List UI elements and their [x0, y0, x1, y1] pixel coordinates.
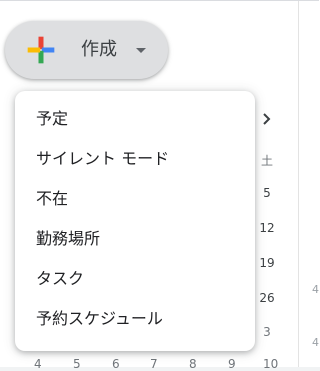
menu-item-do-not-disturb[interactable]: サイレント モード [15, 139, 255, 179]
create-menu: 予定 サイレント モード 不在 勤務場所 タスク 予約スケジュール [15, 91, 255, 351]
calendar-date-next-month[interactable]: 4 [34, 357, 42, 371]
calendar-date-next-month[interactable]: 7 [150, 357, 158, 371]
chevron-right-icon[interactable] [260, 112, 274, 126]
grid-edge-mark: 4 [312, 283, 319, 296]
calendar-date-next-month[interactable]: 10 [263, 357, 278, 371]
create-button-label: 作成 [81, 39, 117, 60]
calendar-date-next-month[interactable]: 6 [112, 357, 120, 371]
colorful-plus-icon [27, 36, 55, 64]
grid-edge-mark: 4 [312, 336, 319, 349]
calendar-date-next-month[interactable]: 8 [189, 357, 197, 371]
menu-item-task[interactable]: タスク [15, 259, 255, 299]
calendar-date-next-month[interactable]: 9 [228, 357, 236, 371]
calendar-grid-edge [298, 0, 320, 367]
calendar-date[interactable]: 26 [257, 291, 277, 305]
calendar-date[interactable]: 5 [257, 186, 277, 200]
calendar-date[interactable]: 12 [257, 221, 277, 235]
menu-item-out-of-office[interactable]: 不在 [15, 179, 255, 219]
menu-item-event[interactable]: 予定 [15, 99, 255, 139]
calendar-date-next-month[interactable]: 3 [257, 325, 277, 339]
menu-item-appointment-schedule[interactable]: 予約スケジュール [15, 299, 255, 339]
create-button[interactable]: 作成 [5, 21, 168, 79]
calendar-date-next-month[interactable]: 5 [73, 357, 81, 371]
calendar-date[interactable]: 19 [257, 256, 277, 270]
caret-down-icon [136, 48, 146, 53]
weekday-header-saturday: 土 [260, 154, 273, 168]
menu-item-working-location[interactable]: 勤務場所 [15, 219, 255, 259]
header-divider [0, 0, 319, 1]
